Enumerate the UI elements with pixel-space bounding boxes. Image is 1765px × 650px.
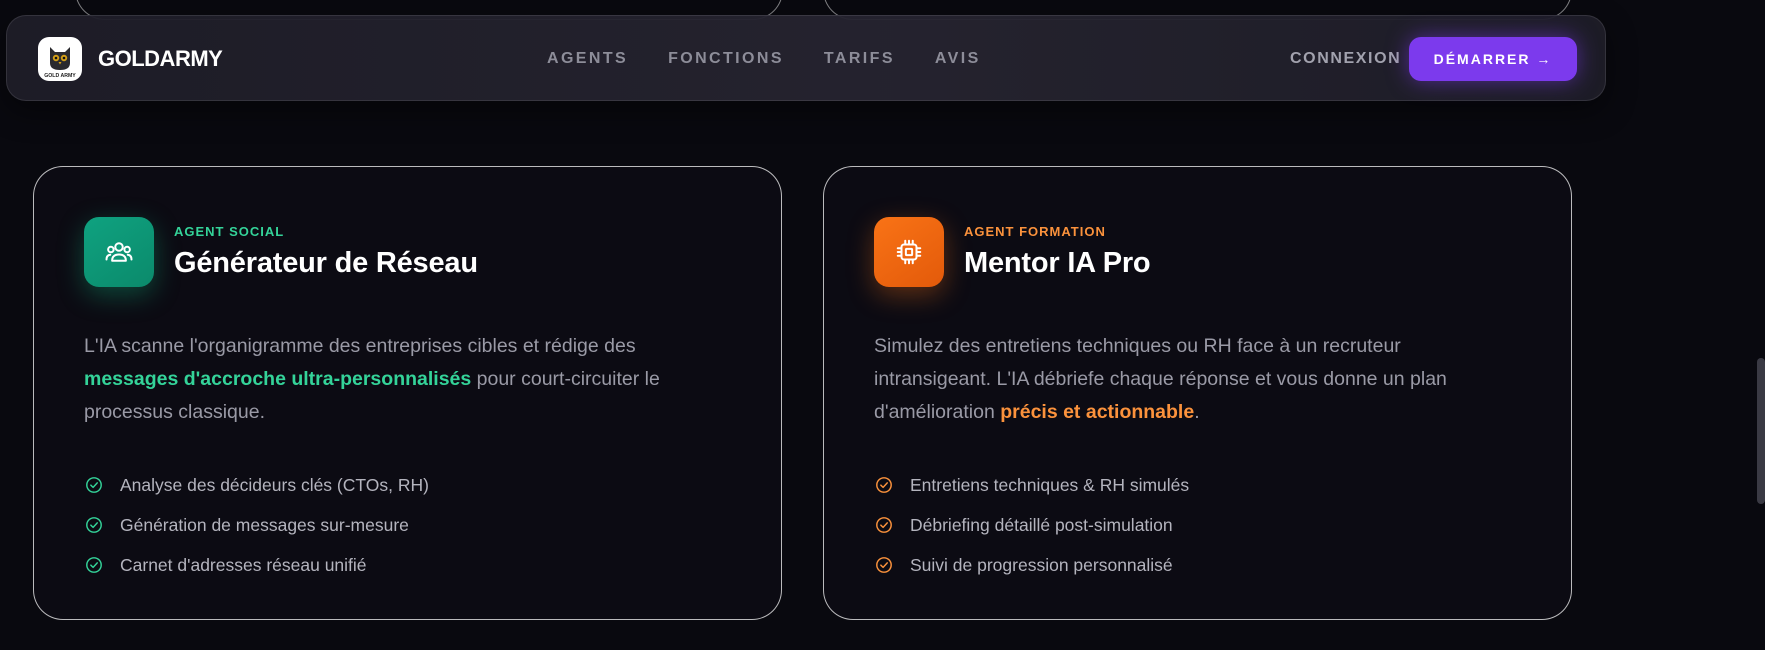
- agent-card-formation: AGENT FORMATION Mentor IA Pro Simulez de…: [823, 166, 1572, 620]
- logo[interactable]: GOLD ARMY: [38, 37, 82, 81]
- card-kicker: AGENT FORMATION: [964, 224, 1106, 239]
- card-description: Simulez des entretiens techniques ou RH …: [874, 330, 1494, 429]
- check-circle-icon: [84, 555, 104, 575]
- users-icon: [105, 242, 133, 262]
- description-text: L'IA scanne l'organigramme des entrepris…: [84, 335, 636, 357]
- feature-label: Génération de messages sur-mesure: [120, 514, 409, 535]
- feature-label: Débriefing détaillé post-simulation: [910, 514, 1173, 535]
- cpu-chip-icon: [896, 239, 922, 265]
- main-nav: AGENTS FONCTIONS TARIFS AVIS: [547, 50, 981, 68]
- check-circle-icon: [84, 475, 104, 495]
- nav-link-tarifs[interactable]: TARIFS: [824, 50, 895, 68]
- description-highlight: précis et actionnable: [1000, 401, 1195, 423]
- list-item: Carnet d'adresses réseau unifié: [84, 545, 429, 585]
- list-item: Entretiens techniques & RH simulés: [874, 465, 1189, 505]
- list-item: Génération de messages sur-mesure: [84, 505, 429, 545]
- check-circle-icon: [874, 515, 894, 535]
- feature-label: Carnet d'adresses réseau unifié: [120, 554, 367, 575]
- nav-link-fonctions[interactable]: FONCTIONS: [668, 50, 784, 68]
- brand-name: GOLDARMY: [98, 46, 223, 71]
- owl-logo-icon: GOLD ARMY: [44, 47, 76, 79]
- card-description: L'IA scanne l'organigramme des entrepris…: [84, 330, 704, 429]
- feature-list: Entretiens techniques & RH simulés Débri…: [874, 465, 1189, 585]
- card-kicker: AGENT SOCIAL: [174, 224, 285, 239]
- check-circle-icon: [874, 475, 894, 495]
- navbar: GOLD ARMY GOLDARMY AGENTS FONCTIONS TARI…: [6, 15, 1606, 101]
- check-circle-icon: [874, 555, 894, 575]
- list-item: Analyse des décideurs clés (CTOs, RH): [84, 465, 429, 505]
- feature-list: Analyse des décideurs clés (CTOs, RH) Gé…: [84, 465, 429, 585]
- feature-label: Suivi de progression personnalisé: [910, 554, 1173, 575]
- list-item: Suivi de progression personnalisé: [874, 545, 1189, 585]
- nav-link-agents[interactable]: AGENTS: [547, 50, 628, 68]
- login-link[interactable]: CONNEXION: [1290, 50, 1401, 68]
- card-title: Mentor IA Pro: [964, 247, 1151, 279]
- svg-text:GOLD ARMY: GOLD ARMY: [44, 73, 76, 79]
- start-button[interactable]: DÉMARRER →: [1409, 37, 1577, 81]
- nav-link-avis[interactable]: AVIS: [935, 50, 981, 68]
- card-title: Générateur de Réseau: [174, 247, 478, 279]
- check-circle-icon: [84, 515, 104, 535]
- feature-label: Entretiens techniques & RH simulés: [910, 474, 1190, 495]
- scrollbar-thumb[interactable]: [1757, 358, 1765, 504]
- card-icon-box: [874, 217, 944, 287]
- list-item: Débriefing détaillé post-simulation: [874, 505, 1189, 545]
- agent-card-social: AGENT SOCIAL Générateur de Réseau L'IA s…: [33, 166, 782, 620]
- card-icon-box: [84, 217, 154, 287]
- description-text-end: .: [1194, 401, 1200, 423]
- description-highlight: messages d'accroche ultra-personnalisés: [84, 368, 472, 390]
- feature-label: Analyse des décideurs clés (CTOs, RH): [120, 474, 429, 495]
